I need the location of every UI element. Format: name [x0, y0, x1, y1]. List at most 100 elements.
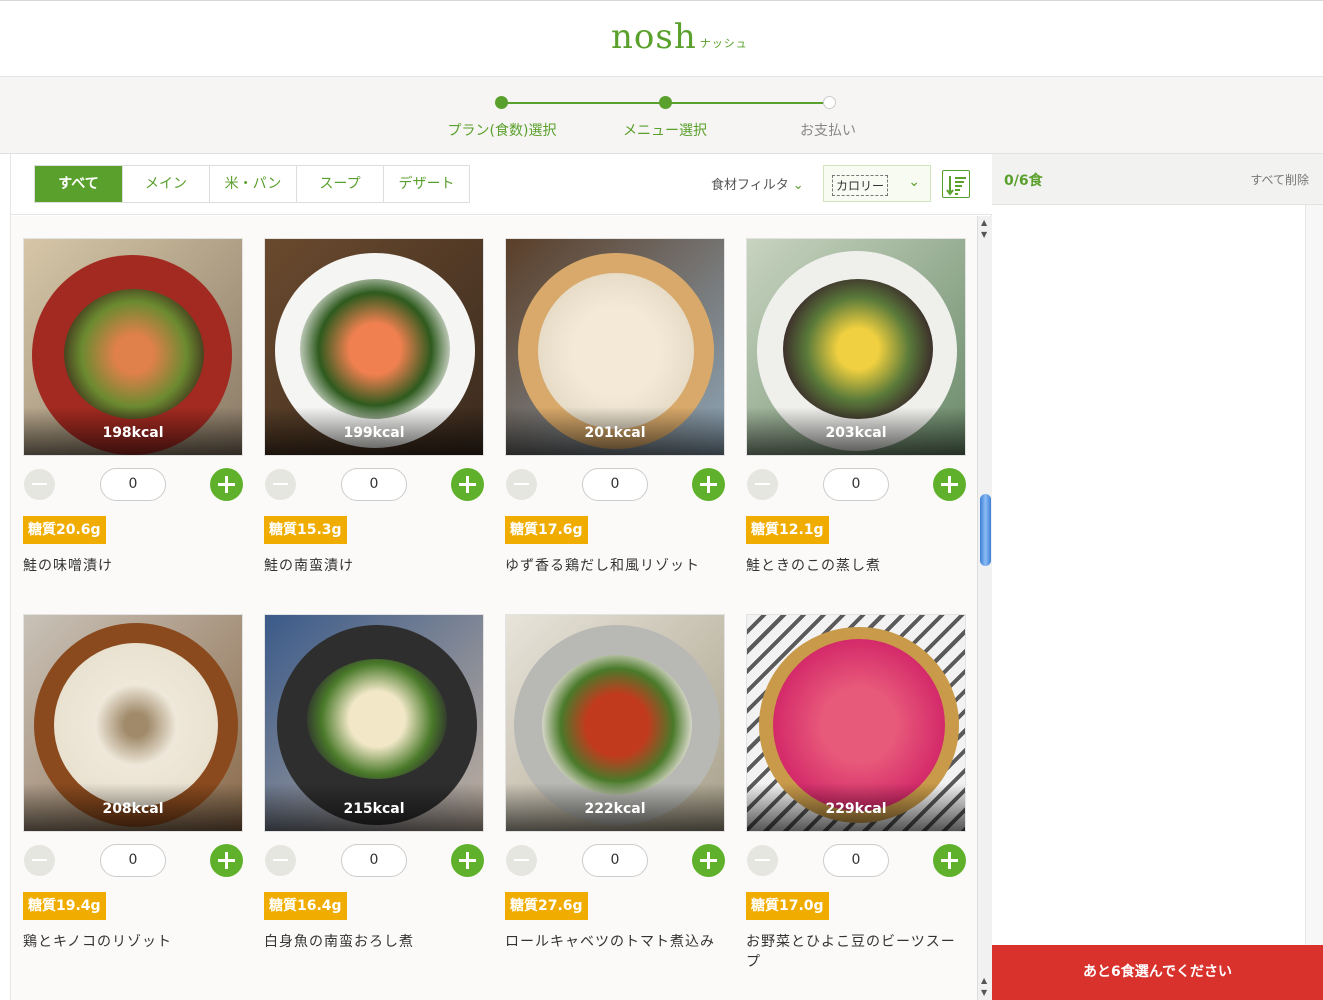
scroll-up-icon[interactable]: ▲ [981, 976, 987, 985]
step-connector-done [501, 102, 665, 104]
minus-circle-icon[interactable] [747, 469, 778, 500]
sort-select[interactable]: カロリー ⌄ [823, 165, 931, 202]
dish-name: 白身魚の南蛮おろし煮 [264, 934, 414, 950]
site-header: nosh ナッシュ [0, 0, 1323, 77]
tab-rice-bread[interactable]: 米・パン [209, 166, 296, 202]
progress-steps: プラン(食数)選択 メニュー選択 お支払い [0, 77, 1323, 154]
plus-circle-icon[interactable] [933, 468, 966, 501]
cart-sidebar: 0/6食 すべて削除 あと6食選んでください [992, 154, 1323, 1000]
dish-photo[interactable]: 229kcal [746, 614, 966, 832]
dish-name: ゆず香る鶏だし和風リゾット [505, 558, 700, 574]
nosh-logo[interactable]: nosh ナッシュ [611, 19, 748, 55]
quantity-field[interactable]: 0 [823, 468, 889, 501]
dish-photo[interactable]: 199kcal [264, 238, 484, 456]
category-tabs: すべて メイン 米・パン スープ デザート [34, 165, 470, 203]
quantity-stepper: 0 [264, 468, 484, 501]
scroll-thumb[interactable] [980, 494, 991, 566]
ingredient-filter[interactable]: 食材フィルタ ⌄ [711, 174, 804, 193]
plus-circle-icon[interactable] [451, 844, 484, 877]
step-dot-menu [659, 96, 672, 109]
quantity-field[interactable]: 0 [341, 844, 407, 877]
quantity-stepper: 0 [746, 844, 966, 877]
quantity-field[interactable]: 0 [582, 468, 648, 501]
scroll-down-icon[interactable]: ▼ [981, 988, 987, 997]
quantity-stepper: 0 [746, 468, 966, 501]
kcal-label: 201kcal [584, 425, 646, 441]
quantity-stepper: 0 [505, 468, 725, 501]
quantity-stepper: 0 [23, 468, 243, 501]
dish-photo[interactable]: 203kcal [746, 238, 966, 456]
quantity-field[interactable]: 0 [823, 844, 889, 877]
minus-circle-icon[interactable] [24, 469, 55, 500]
menu-scrollbar[interactable]: ▲ ▼ ▲ ▼ [977, 216, 992, 1000]
kcal-label: 208kcal [102, 801, 164, 817]
kcal-label: 229kcal [825, 801, 887, 817]
tab-soup[interactable]: スープ [296, 166, 383, 202]
dish-photo[interactable]: 222kcal [505, 614, 725, 832]
dish-photo[interactable]: 198kcal [23, 238, 243, 456]
menu-grid: 198kcal 0 糖質20.6g 鮭の味噌漬け 199kcal 0 糖質15.… [11, 216, 977, 1000]
plus-circle-icon[interactable] [451, 468, 484, 501]
step-label-payment: お支払い [800, 123, 856, 139]
quantity-field[interactable]: 0 [100, 468, 166, 501]
minus-circle-icon[interactable] [265, 469, 296, 500]
dish-name: ロールキャベツのトマト煮込み [505, 934, 715, 950]
carb-badge: 糖質27.6g [505, 892, 588, 920]
minus-circle-icon[interactable] [506, 469, 537, 500]
minus-circle-icon[interactable] [747, 845, 778, 876]
step-label-menu: メニュー選択 [623, 123, 707, 139]
dish-name: 鮭の南蛮漬け [264, 558, 354, 574]
dish-photo[interactable]: 208kcal [23, 614, 243, 832]
chevron-down-icon: ⌄ [792, 178, 804, 193]
dish-photo[interactable]: 201kcal [505, 238, 725, 456]
menu-panel: すべて メイン 米・パン スープ デザート 食材フィルタ ⌄ カロリー ⌄ 19… [10, 154, 993, 1000]
minus-circle-icon[interactable] [506, 845, 537, 876]
dish-photo[interactable]: 215kcal [264, 614, 484, 832]
quantity-field[interactable]: 0 [582, 844, 648, 877]
cart-scrollbar[interactable] [1306, 205, 1323, 945]
carb-badge: 糖質15.3g [264, 516, 347, 544]
carb-badge: 糖質16.4g [264, 892, 347, 920]
logo-katakana: ナッシュ [699, 37, 748, 50]
menu-toolbar: すべて メイン 米・パン スープ デザート 食材フィルタ ⌄ カロリー ⌄ [11, 154, 993, 215]
sort-descending-icon[interactable] [942, 170, 970, 198]
step-dot-payment [823, 96, 836, 109]
quantity-field[interactable]: 0 [341, 468, 407, 501]
carb-badge: 糖質17.0g [746, 892, 829, 920]
minus-circle-icon[interactable] [24, 845, 55, 876]
select-more-button[interactable]: あと6食選んでください [992, 945, 1323, 1000]
kcal-label: 203kcal [825, 425, 887, 441]
plus-circle-icon[interactable] [210, 468, 243, 501]
tab-dessert[interactable]: デザート [383, 166, 469, 202]
plus-circle-icon[interactable] [210, 844, 243, 877]
plus-circle-icon[interactable] [692, 844, 725, 877]
quantity-stepper: 0 [23, 844, 243, 877]
plus-circle-icon[interactable] [933, 844, 966, 877]
ingredient-filter-label: 食材フィルタ [711, 178, 789, 193]
quantity-field[interactable]: 0 [100, 844, 166, 877]
cart-count: 0/6食 [1004, 173, 1043, 189]
quantity-stepper: 0 [505, 844, 725, 877]
minus-circle-icon[interactable] [265, 845, 296, 876]
clear-all-button[interactable]: すべて削除 [1250, 171, 1309, 188]
scroll-down-icon[interactable]: ▼ [981, 230, 987, 239]
dish-name: 鮭ときのこの蒸し煮 [746, 558, 881, 574]
tab-main[interactable]: メイン [122, 166, 209, 202]
step-dot-plan [495, 96, 508, 109]
plus-circle-icon[interactable] [692, 468, 725, 501]
cart-list [992, 205, 1306, 945]
chevron-down-icon: ⌄ [908, 174, 920, 190]
carb-badge: 糖質17.6g [505, 516, 588, 544]
dish-name: 鶏とキノコのリゾット [23, 934, 173, 950]
step-connector-current [665, 102, 829, 104]
dish-name: お野菜とひよこ豆のビーツスープ [746, 934, 956, 970]
carb-badge: 糖質19.4g [23, 892, 106, 920]
cart-header: 0/6食 すべて削除 [992, 154, 1323, 205]
kcal-label: 222kcal [584, 801, 646, 817]
carb-badge: 糖質20.6g [23, 516, 106, 544]
scroll-up-icon[interactable]: ▲ [981, 218, 987, 227]
step-label-plan[interactable]: プラン(食数)選択 [432, 120, 572, 140]
kcal-label: 199kcal [343, 425, 405, 441]
tab-all[interactable]: すべて [35, 166, 122, 202]
quantity-stepper: 0 [264, 844, 484, 877]
